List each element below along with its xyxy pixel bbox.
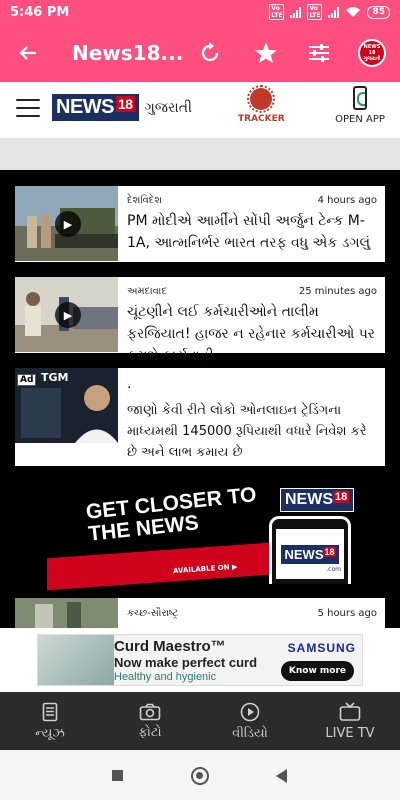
app-title: News18... — [72, 41, 184, 65]
promo-phone-logo: NEWS18 — [281, 544, 339, 564]
brand-logo-number: 18 — [116, 96, 135, 112]
volte-icon: Vo LTE — [269, 4, 285, 20]
document-icon — [42, 702, 58, 721]
signal-icon — [290, 6, 302, 18]
status-time: 5:46 PM — [10, 4, 70, 20]
tab-video-label: વીડિયો — [232, 725, 268, 741]
promo-banner[interactable]: GET CLOSER TO THE NEWS AVAILABLE ON ▶ NE… — [47, 483, 355, 591]
tab-news[interactable]: ન્યૂઝ — [0, 692, 100, 750]
news-card[interactable]: ▶ દેશવિદેશ 4 hours ago PM મોદીએ આર્મીને … — [15, 186, 385, 262]
open-app-label: OPEN APP — [335, 114, 385, 125]
ad-text[interactable]: જાણો કેવી રીતે લોકો ઓનલાઇન ટ્રેડિંગના મા… — [127, 400, 377, 463]
news-category[interactable]: દેશવિદેશ — [127, 195, 162, 206]
news-thumbnail: ▶ — [15, 277, 118, 352]
star-icon[interactable] — [250, 37, 282, 69]
tracker-label: TRACKER — [238, 114, 285, 124]
open-app-button[interactable]: OPEN APP — [332, 86, 388, 125]
tab-live-tv[interactable]: LIVE TV — [300, 692, 400, 750]
brand-logo-text: NEWS — [56, 96, 115, 118]
hamburger-menu-icon[interactable] — [16, 99, 40, 117]
promo-logo: NEWS 18 — [280, 488, 355, 512]
news-headline[interactable]: PM મોદીએ આર્મીને સોંપી અર્જુન ટેન્ક M-1A… — [127, 210, 377, 254]
recents-icon[interactable] — [112, 770, 123, 781]
refresh-icon[interactable] — [194, 37, 226, 69]
news18-logo-text: NEWS 18 ગુજરાતી — [360, 41, 384, 65]
brand-language-label: ગુજરાતી — [144, 99, 192, 116]
ad-banner[interactable]: Curd Maestro™ Now make perfect curd Heal… — [0, 628, 400, 692]
news18-logo-icon: NEWS 18 ગુજરાતી — [358, 39, 386, 67]
camera-icon — [139, 703, 161, 720]
play-icon[interactable]: ▶ — [55, 211, 81, 237]
ad-placeholder-strip — [0, 138, 400, 170]
promo-brand: NEWS — [285, 491, 333, 508]
tracker-button[interactable]: TRACKER — [238, 85, 285, 124]
news-thumbnail: ▶ — [15, 186, 118, 261]
news18-logo-button[interactable]: NEWS 18 ગુજરાતી — [356, 37, 388, 69]
promo-phone-illustration: NEWS18 .com — [269, 516, 351, 584]
news-time: 4 hours ago — [317, 195, 377, 206]
play-circle-icon — [240, 702, 260, 721]
back-arrow-icon[interactable] — [12, 37, 44, 69]
advertiser-name: TGM — [41, 371, 69, 384]
system-navigation-bar — [0, 750, 400, 800]
home-icon[interactable] — [191, 767, 209, 785]
news-feed[interactable]: ▶ દેશવિદેશ 4 hours ago PM મોદીએ આર્મીને … — [0, 170, 400, 692]
news-category[interactable]: કચ્છ-સૌરાષ્ટ્ર — [127, 608, 178, 619]
ad-tagline: Now make perfect curd — [114, 655, 258, 670]
news18-brand-logo[interactable]: NEWS 18 ગુજરાતી — [52, 94, 192, 121]
brand-bar: NEWS 18 ગુજરાતી TRACKER OPEN APP — [0, 82, 400, 138]
promo-headline: GET CLOSER TO THE NEWS — [84, 483, 258, 546]
bottom-navigation: ન્યૂઝ ફોટો વીડિયો LIVE TV — [0, 692, 400, 750]
news-thumbnail — [15, 598, 118, 628]
promo-domain: .com — [326, 566, 341, 573]
promo-brand-number: 18 — [333, 491, 350, 503]
news-time: 5 hours ago — [317, 608, 377, 619]
ad-product-image — [38, 635, 114, 685]
phone-icon — [353, 86, 367, 110]
know-more-button[interactable]: Know more — [280, 661, 354, 681]
signal-icon-2 — [328, 6, 340, 18]
play-icon[interactable]: ▶ — [55, 302, 81, 328]
tab-news-label: ન્યૂઝ — [35, 725, 65, 741]
tab-photo[interactable]: ફોટો — [100, 692, 200, 750]
sponsored-card[interactable]: Ad TGM . જાણો કેવી રીતે લોકો ઓનલાઇન ટ્રે… — [15, 368, 385, 466]
ad-brand: SAMSUNG — [287, 641, 356, 655]
news-time: 25 minutes ago — [298, 286, 377, 297]
wifi-icon — [346, 7, 361, 17]
app-bar: News18... NEWS 18 ગુજરાતી — [0, 24, 400, 82]
battery-indicator: 85 — [367, 5, 390, 19]
volte-icon-2: Vo LTE — [307, 4, 323, 20]
virus-icon — [247, 85, 275, 113]
news-headline[interactable]: ચૂંટણીને લઈ કર્મચારીઓને તાલીમ ફરજિયાત! હ… — [127, 301, 377, 367]
promo-red-bar — [47, 541, 283, 591]
tab-video[interactable]: વીડિયો — [200, 692, 300, 750]
settings-sliders-icon[interactable] — [303, 37, 335, 69]
ad-title: . — [127, 376, 132, 392]
news-card[interactable]: ▶ અમદાવાદ 25 minutes ago ચૂંટણીને લઈ કર્… — [15, 277, 385, 364]
tab-live-tv-label: LIVE TV — [325, 725, 375, 741]
status-bar: 5:46 PM Vo LTE Vo LTE 85 — [0, 0, 400, 24]
ad-product-name: Curd Maestro™ — [114, 638, 226, 655]
ad-badge: Ad — [17, 374, 37, 386]
news-category[interactable]: અમદાવાદ — [127, 286, 167, 297]
tv-icon — [339, 701, 361, 721]
ad-subtext: Healthy and hygienic — [114, 671, 217, 683]
back-icon[interactable] — [276, 769, 287, 783]
ad-creative[interactable]: Curd Maestro™ Now make perfect curd Heal… — [37, 634, 363, 686]
tab-photo-label: ફોટો — [138, 724, 162, 740]
